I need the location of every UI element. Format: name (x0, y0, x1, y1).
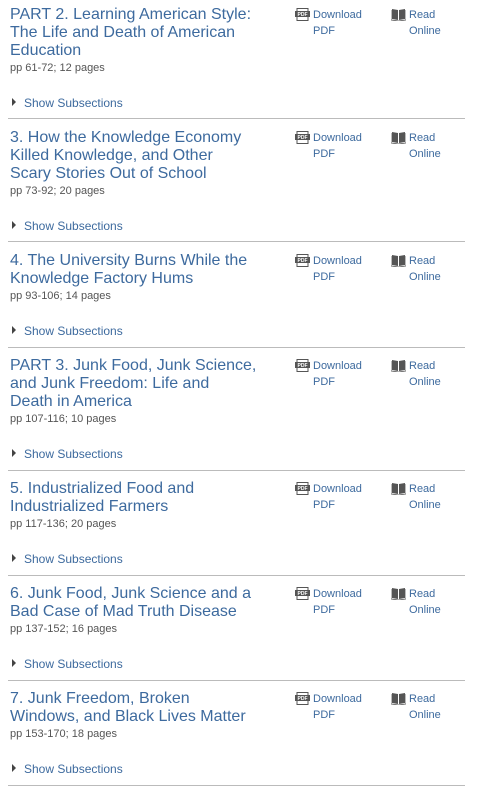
chapter-entry: PART 3. Junk Food, Junk Science, and Jun… (0, 351, 486, 471)
divider (8, 575, 465, 576)
download-pdf-button[interactable]: PDF Download PDF (295, 7, 362, 39)
download-pdf-button[interactable]: PDF Download PDF (295, 253, 362, 285)
pdf-icon: PDF (295, 587, 310, 605)
chapter-title-link[interactable]: 5. Industrialized Food and Industrialize… (10, 480, 272, 516)
book-icon (390, 587, 407, 605)
svg-text:PDF: PDF (298, 363, 308, 369)
pdf-icon: PDF (295, 359, 310, 377)
download-pdf-button[interactable]: PDF Download PDF (295, 358, 362, 390)
download-pdf-button[interactable]: PDF Download PDF (295, 481, 362, 513)
chapter-entry: 5. Industrialized Food and Industrialize… (0, 474, 486, 576)
show-subsections-toggle[interactable]: Show Subsections (12, 219, 123, 233)
download-pdf-button[interactable]: PDF Download PDF (295, 130, 362, 162)
chapter-title-link[interactable]: 4. The University Burns While the Knowle… (10, 252, 272, 288)
divider (8, 470, 465, 471)
svg-text:PDF: PDF (298, 12, 308, 18)
svg-text:PDF: PDF (298, 486, 308, 492)
svg-text:PDF: PDF (298, 135, 308, 141)
svg-text:PDF: PDF (298, 696, 308, 702)
caret-right-icon (12, 659, 16, 667)
chapter-entry: PART 2. Learning American Style: The Lif… (0, 0, 486, 119)
pdf-icon: PDF (295, 131, 310, 149)
read-online-button[interactable]: Read Online (390, 130, 441, 162)
show-subsections-toggle[interactable]: Show Subsections (12, 657, 123, 671)
read-online-button[interactable]: Read Online (390, 481, 441, 513)
page-range: pp 61-72; 12 pages (10, 62, 105, 74)
chapter-title-link[interactable]: PART 2. Learning American Style: The Lif… (10, 6, 272, 60)
book-icon (390, 482, 407, 500)
page-range: pp 117-136; 20 pages (10, 518, 117, 530)
svg-text:PDF: PDF (298, 591, 308, 597)
show-subsections-toggle[interactable]: Show Subsections (12, 447, 123, 461)
chapter-entry: 7. Junk Freedom, Broken Windows, and Bla… (0, 684, 486, 786)
caret-right-icon (12, 764, 16, 772)
caret-right-icon (12, 221, 16, 229)
chapter-entry: 6. Junk Food, Junk Science and a Bad Cas… (0, 579, 486, 681)
divider (8, 785, 465, 786)
book-icon (390, 8, 407, 26)
caret-right-icon (12, 554, 16, 562)
pdf-icon: PDF (295, 482, 310, 500)
read-online-button[interactable]: Read Online (390, 7, 441, 39)
chapter-title-link[interactable]: 6. Junk Food, Junk Science and a Bad Cas… (10, 585, 272, 621)
book-icon (390, 359, 407, 377)
read-online-button[interactable]: Read Online (390, 253, 441, 285)
show-subsections-toggle[interactable]: Show Subsections (12, 324, 123, 338)
download-pdf-button[interactable]: PDF Download PDF (295, 691, 362, 723)
pdf-icon: PDF (295, 692, 310, 710)
chapter-title-link[interactable]: 3. How the Knowledge Economy Killed Know… (10, 129, 272, 183)
book-icon (390, 254, 407, 272)
divider (8, 241, 465, 242)
divider (8, 118, 465, 119)
show-subsections-toggle[interactable]: Show Subsections (12, 762, 123, 776)
book-icon (390, 692, 407, 710)
chapter-entry: 3. How the Knowledge Economy Killed Know… (0, 123, 486, 242)
chapter-title-link[interactable]: PART 3. Junk Food, Junk Science, and Jun… (10, 357, 272, 411)
caret-right-icon (12, 449, 16, 457)
page-range: pp 73-92; 20 pages (10, 185, 105, 197)
show-subsections-toggle[interactable]: Show Subsections (12, 552, 123, 566)
download-pdf-button[interactable]: PDF Download PDF (295, 586, 362, 618)
book-icon (390, 131, 407, 149)
divider (8, 680, 465, 681)
read-online-button[interactable]: Read Online (390, 586, 441, 618)
show-subsections-toggle[interactable]: Show Subsections (12, 96, 123, 110)
page-range: pp 137-152; 16 pages (10, 623, 118, 635)
chapter-entry: 4. The University Burns While the Knowle… (0, 246, 486, 348)
pdf-icon: PDF (295, 8, 310, 26)
page-range: pp 93-106; 14 pages (10, 290, 111, 302)
divider (8, 347, 465, 348)
read-online-button[interactable]: Read Online (390, 691, 441, 723)
svg-text:PDF: PDF (298, 258, 308, 264)
page-range: pp 107-116; 10 pages (10, 413, 117, 425)
caret-right-icon (12, 98, 16, 106)
chapter-title-link[interactable]: 7. Junk Freedom, Broken Windows, and Bla… (10, 690, 272, 726)
page-range: pp 153-170; 18 pages (10, 728, 118, 740)
caret-right-icon (12, 326, 16, 334)
pdf-icon: PDF (295, 254, 310, 272)
read-online-button[interactable]: Read Online (390, 358, 441, 390)
